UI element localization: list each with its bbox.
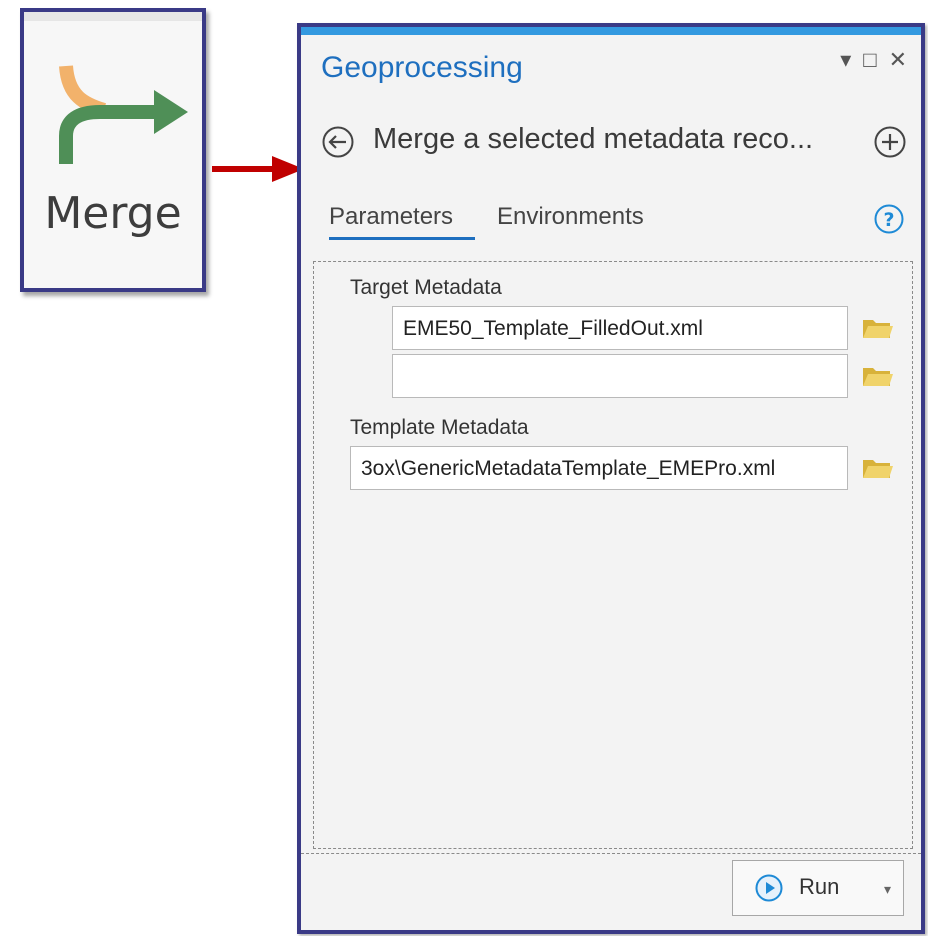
run-button[interactable]: Run ▾: [732, 860, 904, 916]
target-metadata-label: Target Metadata: [350, 276, 502, 299]
run-label: Run: [799, 874, 840, 899]
folder-icon[interactable]: [862, 364, 894, 388]
add-icon[interactable]: [873, 125, 907, 159]
svg-text:?: ?: [883, 209, 894, 231]
callout-arrow: [212, 156, 304, 182]
merge-label: Merge: [44, 188, 182, 239]
pane-title: Geoprocessing: [321, 51, 523, 84]
pane-accent-bar: [301, 27, 921, 35]
pane-controls: ▾ □ ✕: [840, 49, 907, 71]
footer-divider: [301, 853, 921, 855]
tool-title: Merge a selected metadata reco...: [373, 123, 814, 155]
tab-parameters[interactable]: Parameters: [329, 203, 453, 231]
target-metadata-field-2[interactable]: [392, 354, 848, 398]
template-metadata-label: Template Metadata: [350, 416, 529, 439]
close-icon[interactable]: ✕: [889, 49, 907, 71]
tool-header: Merge a selected metadata reco...: [321, 123, 907, 163]
merge-tool-button[interactable]: Merge: [20, 8, 206, 292]
tile-top-strip: [24, 12, 202, 21]
target-metadata-field-1[interactable]: EME50_Template_FilledOut.xml: [392, 306, 848, 350]
parameters-panel: Target Metadata EME50_Template_FilledOut…: [313, 261, 913, 849]
back-arrow-icon[interactable]: [321, 125, 355, 159]
maximize-icon[interactable]: □: [863, 49, 876, 71]
geoprocessing-pane: Geoprocessing ▾ □ ✕ Merge a selected met…: [297, 23, 925, 934]
run-icon: [755, 874, 783, 902]
folder-icon[interactable]: [862, 316, 894, 340]
run-dropdown-icon[interactable]: ▾: [884, 881, 891, 898]
help-icon[interactable]: ?: [873, 203, 905, 235]
template-metadata-field[interactable]: 3ox\GenericMetadataTemplate_EMEPro.xml: [350, 446, 848, 490]
merge-icon: [59, 65, 188, 164]
active-tab-underline: [329, 237, 475, 240]
folder-icon[interactable]: [862, 456, 894, 480]
tab-environments[interactable]: Environments: [497, 203, 644, 231]
dropdown-icon[interactable]: ▾: [840, 49, 851, 71]
